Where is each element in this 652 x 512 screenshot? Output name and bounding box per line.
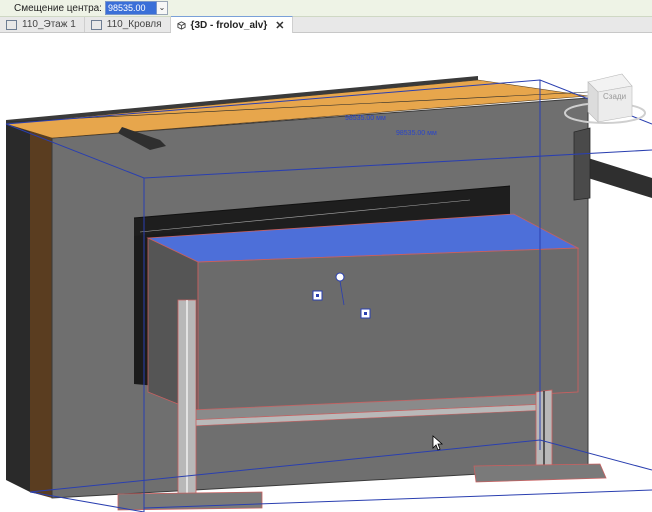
tab-label: 110_Этаж 1 <box>22 19 76 30</box>
3d-viewport[interactable]: 98535.00 мм 98535.00 мм Сзади <box>0 33 652 512</box>
3d-view-icon <box>176 20 186 30</box>
wall-wood-edge <box>30 131 52 498</box>
tab-label: {3D - frolov_alv} <box>190 19 268 31</box>
model-canvas[interactable] <box>0 33 652 512</box>
floor-plan-icon <box>90 19 102 30</box>
view-tabs: 110_Этаж 1 110_Кровля {3D - frolov_alv} … <box>0 16 652 33</box>
offset-input[interactable]: 98535.00 мм <box>104 1 157 25</box>
tab-roof[interactable]: 110_Кровля <box>85 17 171 32</box>
grip-control-2[interactable] <box>360 308 371 319</box>
base-plate-left[interactable] <box>117 491 263 511</box>
duct-front-face[interactable] <box>197 247 579 413</box>
viewcube-label[interactable]: Сзади <box>603 92 626 101</box>
close-tab-button[interactable]: ✕ <box>275 19 284 32</box>
hvac-duct[interactable] <box>588 158 652 198</box>
grip-control-1[interactable] <box>312 290 323 301</box>
dimension-label-2: 98535.00 мм <box>396 130 437 137</box>
tab-3d-view[interactable]: {3D - frolov_alv} ✕ <box>170 16 294 33</box>
wall-opening-right <box>573 127 591 201</box>
wall-side-face <box>6 124 30 492</box>
floor-plan-icon <box>6 19 17 30</box>
options-bar: Смещение центра: 98535.00 мм ⌄ <box>0 0 652 25</box>
tab-floor-1[interactable]: 110_Этаж 1 <box>0 17 85 32</box>
offset-dropdown-button[interactable]: ⌄ <box>156 1 168 15</box>
offset-label: Смещение центра: <box>14 2 102 14</box>
base-plate-right[interactable] <box>473 463 607 483</box>
dimension-label-1: 98535.00 мм <box>345 115 386 122</box>
tab-label: 110_Кровля <box>106 19 162 30</box>
